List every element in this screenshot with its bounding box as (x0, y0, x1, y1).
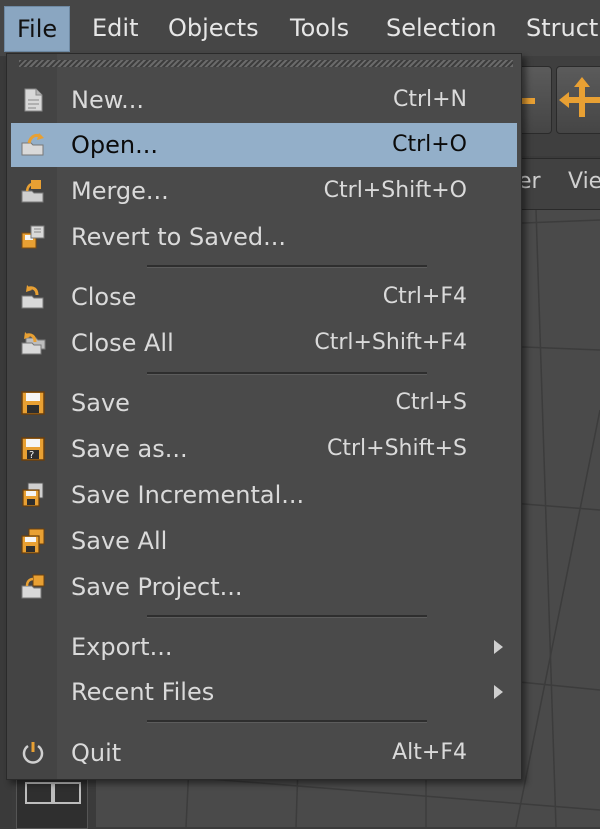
menu-item-merge[interactable]: Merge... Ctrl+Shift+O (11, 169, 517, 213)
revert-icon (21, 225, 45, 249)
menu-item-revert-to-saved[interactable]: Revert to Saved... (11, 215, 517, 259)
menu-item-label: Revert to Saved... (71, 223, 286, 251)
menu-item-save-project[interactable]: Save Project... (11, 565, 517, 609)
menu-bar: File Edit Objects Tools Selection Struct… (0, 0, 600, 57)
menu-item-label: Open... (71, 131, 158, 159)
menu-item-new[interactable]: New... Ctrl+N (11, 78, 517, 122)
menu-tools[interactable]: Tools (278, 6, 361, 50)
menu-item-shortcut: Alt+F4 (392, 740, 467, 765)
submenu-arrow-icon (494, 685, 503, 699)
menu-item-label: Save (71, 389, 130, 417)
file-menu-dropdown: New... Ctrl+N Open... Ctrl+O Merge... Ct… (6, 53, 522, 780)
menu-item-export[interactable]: Export... (11, 625, 517, 669)
menu-item-label: Quit (71, 739, 122, 767)
layout-widget[interactable] (16, 775, 88, 829)
menu-item-shortcut: Ctrl+S (395, 390, 467, 415)
move-tool-button[interactable] (556, 66, 600, 134)
layout-cell (25, 782, 53, 804)
menu-item-label: Save Incremental... (71, 481, 305, 509)
menu-item-label: Save as... (71, 435, 188, 463)
open-folder-icon (21, 133, 44, 156)
submenu-arrow-icon (494, 640, 503, 654)
menu-item-shortcut: Ctrl+F4 (382, 284, 467, 309)
menu-separator (147, 720, 427, 723)
menu-item-shortcut: Ctrl+Shift+O (323, 178, 467, 203)
quit-icon (22, 742, 44, 764)
menu-item-label: New... (71, 86, 145, 114)
menu-item-open[interactable]: Open... Ctrl+O (11, 123, 517, 167)
menu-structure[interactable]: Structu (514, 6, 600, 50)
menu-separator (147, 372, 427, 375)
menu-item-label: Close (71, 283, 137, 311)
menu-file[interactable]: File (4, 6, 71, 52)
menu-item-save[interactable]: Save Ctrl+S (11, 381, 517, 425)
menu-item-save-incremental[interactable]: Save Incremental... (11, 473, 517, 517)
close-file-icon (21, 285, 44, 309)
menu-edit[interactable]: Edit (80, 6, 150, 50)
menu-separator (147, 265, 427, 268)
save-incremental-icon (22, 482, 44, 507)
merge-icon (21, 180, 44, 203)
menu-selection[interactable]: Selection (374, 6, 509, 50)
menu-item-save-as[interactable]: ? Save as... Ctrl+Shift+S (11, 427, 517, 471)
menu-item-close-all[interactable]: Close All Ctrl+Shift+F4 (11, 321, 517, 365)
menu-item-close[interactable]: Close Ctrl+F4 (11, 275, 517, 319)
menu-item-label: Close All (71, 329, 174, 357)
menu-item-shortcut: Ctrl+Shift+S (327, 436, 467, 461)
menu-item-save-all[interactable]: Save All (11, 519, 517, 563)
menu-item-shortcut: Ctrl+Shift+F4 (314, 330, 467, 355)
menu-separator (147, 615, 427, 618)
close-all-icon (21, 332, 46, 355)
menu-item-shortcut: Ctrl+N (392, 87, 467, 112)
menu-item-label: Save All (71, 527, 168, 555)
menu-item-label: Merge... (71, 177, 169, 205)
new-file-icon (24, 88, 43, 112)
menu-item-shortcut: Ctrl+O (392, 132, 467, 157)
menu-item-label: Save Project... (71, 573, 243, 601)
menu-objects[interactable]: Objects (156, 6, 271, 50)
save-icon (21, 391, 45, 415)
menu-item-label: Export... (71, 633, 173, 661)
menu-item-quit[interactable]: Quit Alt+F4 (11, 731, 517, 775)
tear-off-grip[interactable] (19, 60, 513, 67)
move-arrows-icon (559, 77, 600, 117)
tab-label[interactable]: Vie (568, 169, 600, 194)
svg-text:?: ? (29, 450, 34, 461)
save-project-icon (21, 574, 45, 599)
save-as-icon: ? (21, 437, 45, 461)
layout-cell (53, 782, 81, 804)
menu-item-label: Recent Files (71, 678, 215, 706)
menu-item-recent-files[interactable]: Recent Files (11, 670, 517, 714)
save-all-icon (21, 528, 45, 554)
